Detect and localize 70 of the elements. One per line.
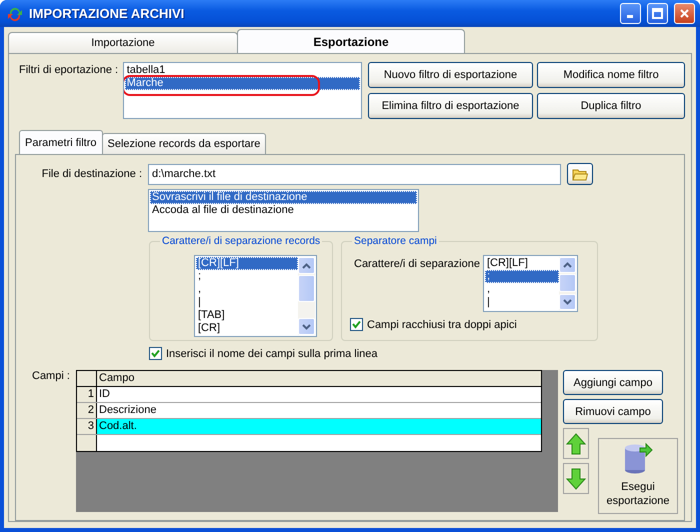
field-separator-list[interactable]: [CR][LF] ; , | [482, 255, 578, 312]
list-item[interactable]: ; [196, 270, 298, 283]
checkbox[interactable] [350, 318, 363, 331]
list-item[interactable]: , [196, 283, 298, 296]
filter-list[interactable]: tabella1 Marche [122, 62, 362, 119]
group-title: Separatore campi [353, 235, 438, 247]
folder-icon [572, 168, 588, 180]
row-number: 3 [77, 419, 97, 434]
list-item[interactable]: [CR] [196, 322, 298, 335]
list-item[interactable]: tabella1 [124, 64, 360, 77]
close-icon [679, 8, 690, 19]
list-item[interactable]: [CR][LF] [484, 257, 559, 270]
grid-row[interactable]: 3 Cod.alt. [77, 419, 541, 435]
filter-button[interactable]: Modifica nome filtro [537, 62, 685, 88]
move-down-button[interactable] [563, 463, 589, 494]
scroll-down-icon [562, 298, 572, 305]
checkbox-label: Campi racchiusi tra doppi apici [367, 318, 517, 330]
filters-label: Filtri di eportazione : [18, 63, 119, 78]
checkbox[interactable] [149, 347, 162, 360]
row-number: 2 [77, 403, 97, 418]
filter-button[interactable]: Duplica filtro [537, 92, 685, 118]
row-number: 1 [77, 387, 97, 402]
down-arrow-icon [566, 468, 586, 490]
maximize-button[interactable] [647, 3, 668, 24]
filter-button[interactable]: Elimina filtro di esportazione [368, 92, 533, 118]
grid-row[interactable]: 2 Descrizione [77, 403, 541, 419]
list-item[interactable]: | [484, 296, 559, 309]
field-button[interactable]: Aggiungi campo [563, 370, 663, 395]
database-icon [623, 440, 653, 474]
list-item[interactable]: [CR][LF] [196, 257, 298, 270]
tab[interactable]: Selezione records da esportare [102, 133, 266, 154]
list-item[interactable]: Accoda al file di destinazione [150, 204, 417, 217]
up-arrow-icon [566, 432, 586, 454]
tab[interactable]: Importazione [8, 32, 238, 53]
separator-label: Carattere/i di separazione [354, 257, 480, 270]
scrollbar[interactable] [298, 257, 315, 335]
list-item[interactable]: , [484, 283, 559, 296]
write-mode-list[interactable]: Sovrascrivi il file di destinazione Accoda al file di destinazione [148, 189, 419, 232]
field-button[interactable]: Rimuovi campo [563, 399, 663, 424]
list-item[interactable]: Sovrascrivi il file di destinazione [150, 191, 417, 204]
checkbox-label: Inserisci il nome dei campi sulla prima linea [166, 348, 378, 360]
table-cell-text: Cod.alt. [98, 419, 138, 434]
grid-row[interactable]: 1 ID [77, 387, 541, 403]
scrollbar[interactable] [558, 257, 576, 310]
minimize-button[interactable] [620, 3, 641, 24]
browse-button[interactable] [567, 163, 593, 185]
list-item[interactable]: ; [484, 270, 559, 283]
scroll-up-icon [562, 262, 572, 268]
window-title: IMPORTAZIONE ARCHIVI [29, 6, 186, 21]
filter-button[interactable]: Nuovo filtro di esportazione [368, 62, 533, 88]
export-button[interactable]: Esegui esportazione [598, 438, 678, 514]
move-up-button[interactable] [563, 428, 589, 459]
table-cell-text: ID [98, 387, 111, 402]
column-header: Campo [98, 371, 136, 386]
list-item[interactable]: [TAB] [196, 309, 298, 322]
tab[interactable]: Esportazione [237, 29, 465, 53]
table-cell-text: Descrizione [98, 403, 158, 418]
fields-label: Campi : [31, 370, 71, 384]
list-item[interactable]: Marche [124, 77, 360, 90]
close-button[interactable] [674, 3, 695, 24]
scroll-up-icon [302, 262, 311, 268]
destination-label: File di destinazione : [40, 168, 142, 180]
destination-field[interactable]: d:\marche.txt [148, 164, 561, 184]
record-separator-list[interactable]: [CR][LF] ; , | [TAB] [CR] [194, 255, 317, 337]
maximize-icon [652, 8, 663, 19]
app-icon [7, 6, 23, 22]
scroll-down-icon [302, 324, 311, 330]
list-item[interactable]: | [196, 296, 298, 309]
tab[interactable]: Parametri filtro [19, 130, 103, 154]
group-title: Carattere/i di separazione records [161, 235, 322, 247]
